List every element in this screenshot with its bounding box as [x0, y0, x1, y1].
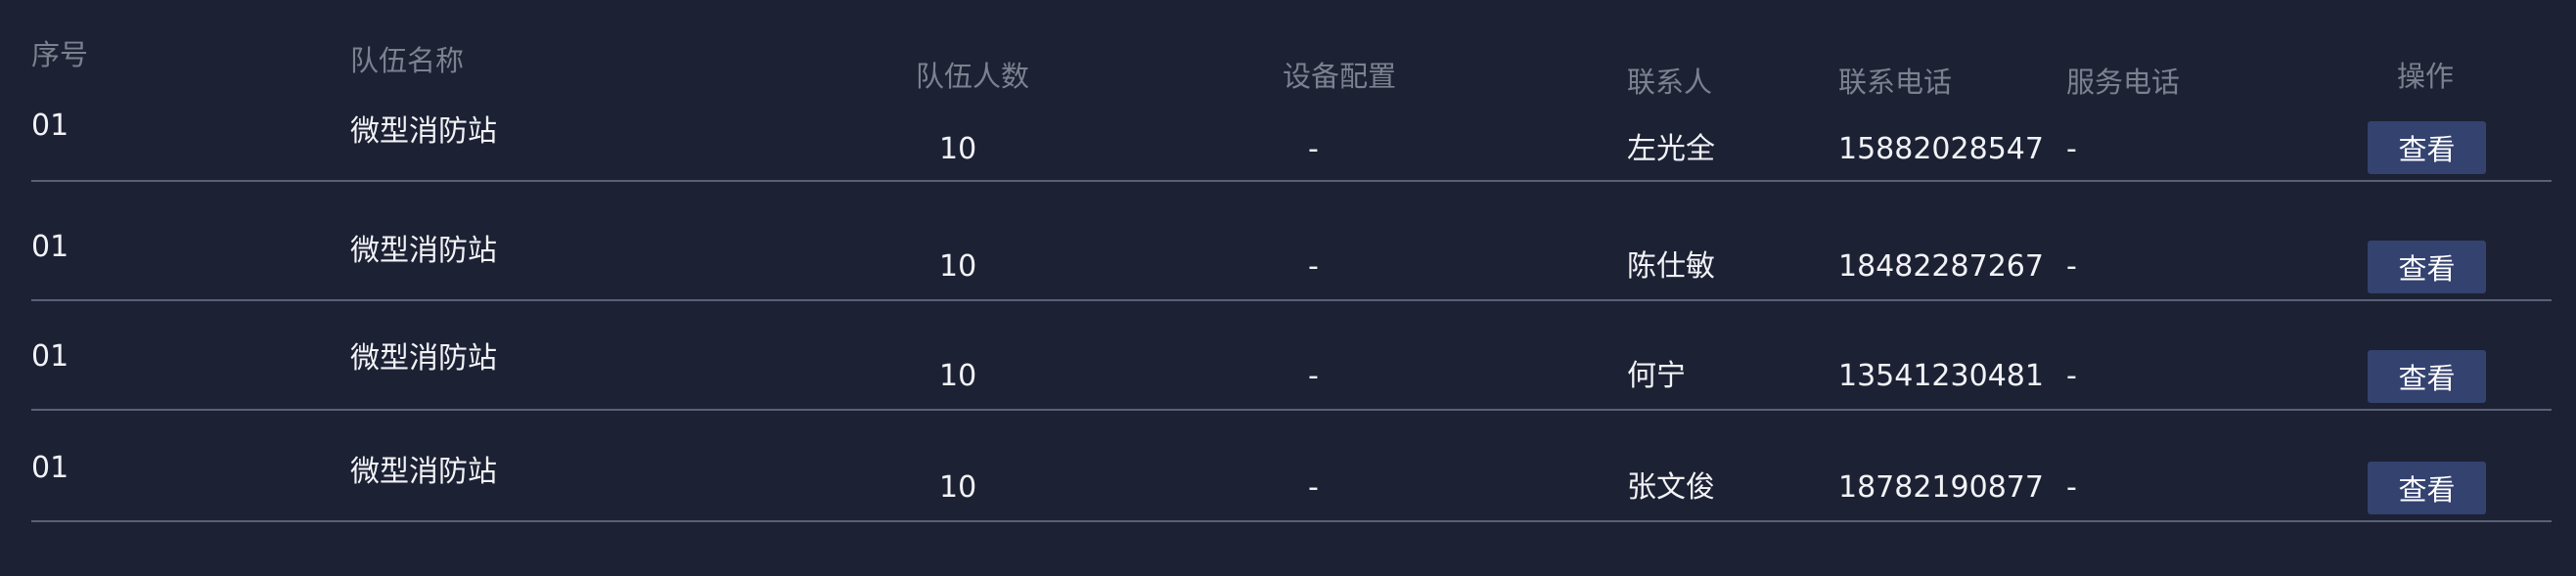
cell-index: 01	[31, 109, 69, 143]
header-team-name: 队伍名称	[350, 44, 465, 77]
cell-index: 01	[31, 339, 69, 374]
header-index: 序号	[31, 38, 89, 71]
table-row: 01 微型消防站 10 - 左光全 15882028547 - 查看	[31, 98, 2552, 182]
cell-contact: 何宁	[1627, 359, 1686, 393]
header-equipment: 设备配置	[1283, 60, 1397, 93]
cell-service-phone: -	[2066, 132, 2077, 166]
cell-equipment: -	[1308, 359, 1319, 393]
header-contact: 联系人	[1627, 66, 1713, 99]
cell-contact: 陈仕敏	[1627, 249, 1715, 284]
cell-team-size: 10	[939, 359, 977, 393]
cell-equipment: -	[1308, 470, 1319, 505]
view-button[interactable]: 查看	[2368, 121, 2486, 174]
fire-team-table: 序号 队伍名称 队伍人数 设备配置 联系人 联系电话 服务电话 操作 01 微型…	[0, 0, 2576, 576]
header-actions: 操作	[2397, 60, 2455, 93]
cell-equipment: -	[1308, 132, 1319, 166]
cell-service-phone: -	[2066, 249, 2077, 284]
cell-team-name: 微型消防站	[350, 114, 497, 149]
cell-service-phone: -	[2066, 359, 2077, 393]
cell-index: 01	[31, 230, 69, 264]
cell-team-size: 10	[939, 249, 977, 284]
cell-contact-phone: 18782190877	[1838, 470, 2044, 505]
cell-contact: 张文俊	[1627, 470, 1715, 505]
table-row: 01 微型消防站 10 - 张文俊 18782190877 - 查看	[31, 409, 2552, 522]
cell-team-name: 微型消防站	[350, 234, 497, 268]
cell-contact: 左光全	[1627, 132, 1715, 166]
cell-contact-phone: 13541230481	[1838, 359, 2044, 393]
cell-index: 01	[31, 451, 69, 485]
cell-contact-phone: 18482287267	[1838, 249, 2044, 284]
cell-team-name: 微型消防站	[350, 455, 497, 489]
cell-contact-phone: 15882028547	[1838, 132, 2044, 166]
view-button[interactable]: 查看	[2368, 241, 2486, 293]
table-row: 01 微型消防站 10 - 陈仕敏 18482287267 - 查看	[31, 180, 2552, 301]
cell-team-size: 10	[939, 470, 977, 505]
header-team-size: 队伍人数	[916, 60, 1030, 93]
header-contact-phone: 联系电话	[1838, 66, 1953, 99]
header-service-phone: 服务电话	[2066, 66, 2181, 99]
cell-team-name: 微型消防站	[350, 341, 497, 376]
view-button[interactable]: 查看	[2368, 462, 2486, 514]
table-row: 01 微型消防站 10 - 何宁 13541230481 - 查看	[31, 299, 2552, 411]
cell-team-size: 10	[939, 132, 977, 166]
cell-service-phone: -	[2066, 470, 2077, 505]
cell-equipment: -	[1308, 249, 1319, 284]
view-button[interactable]: 查看	[2368, 350, 2486, 403]
